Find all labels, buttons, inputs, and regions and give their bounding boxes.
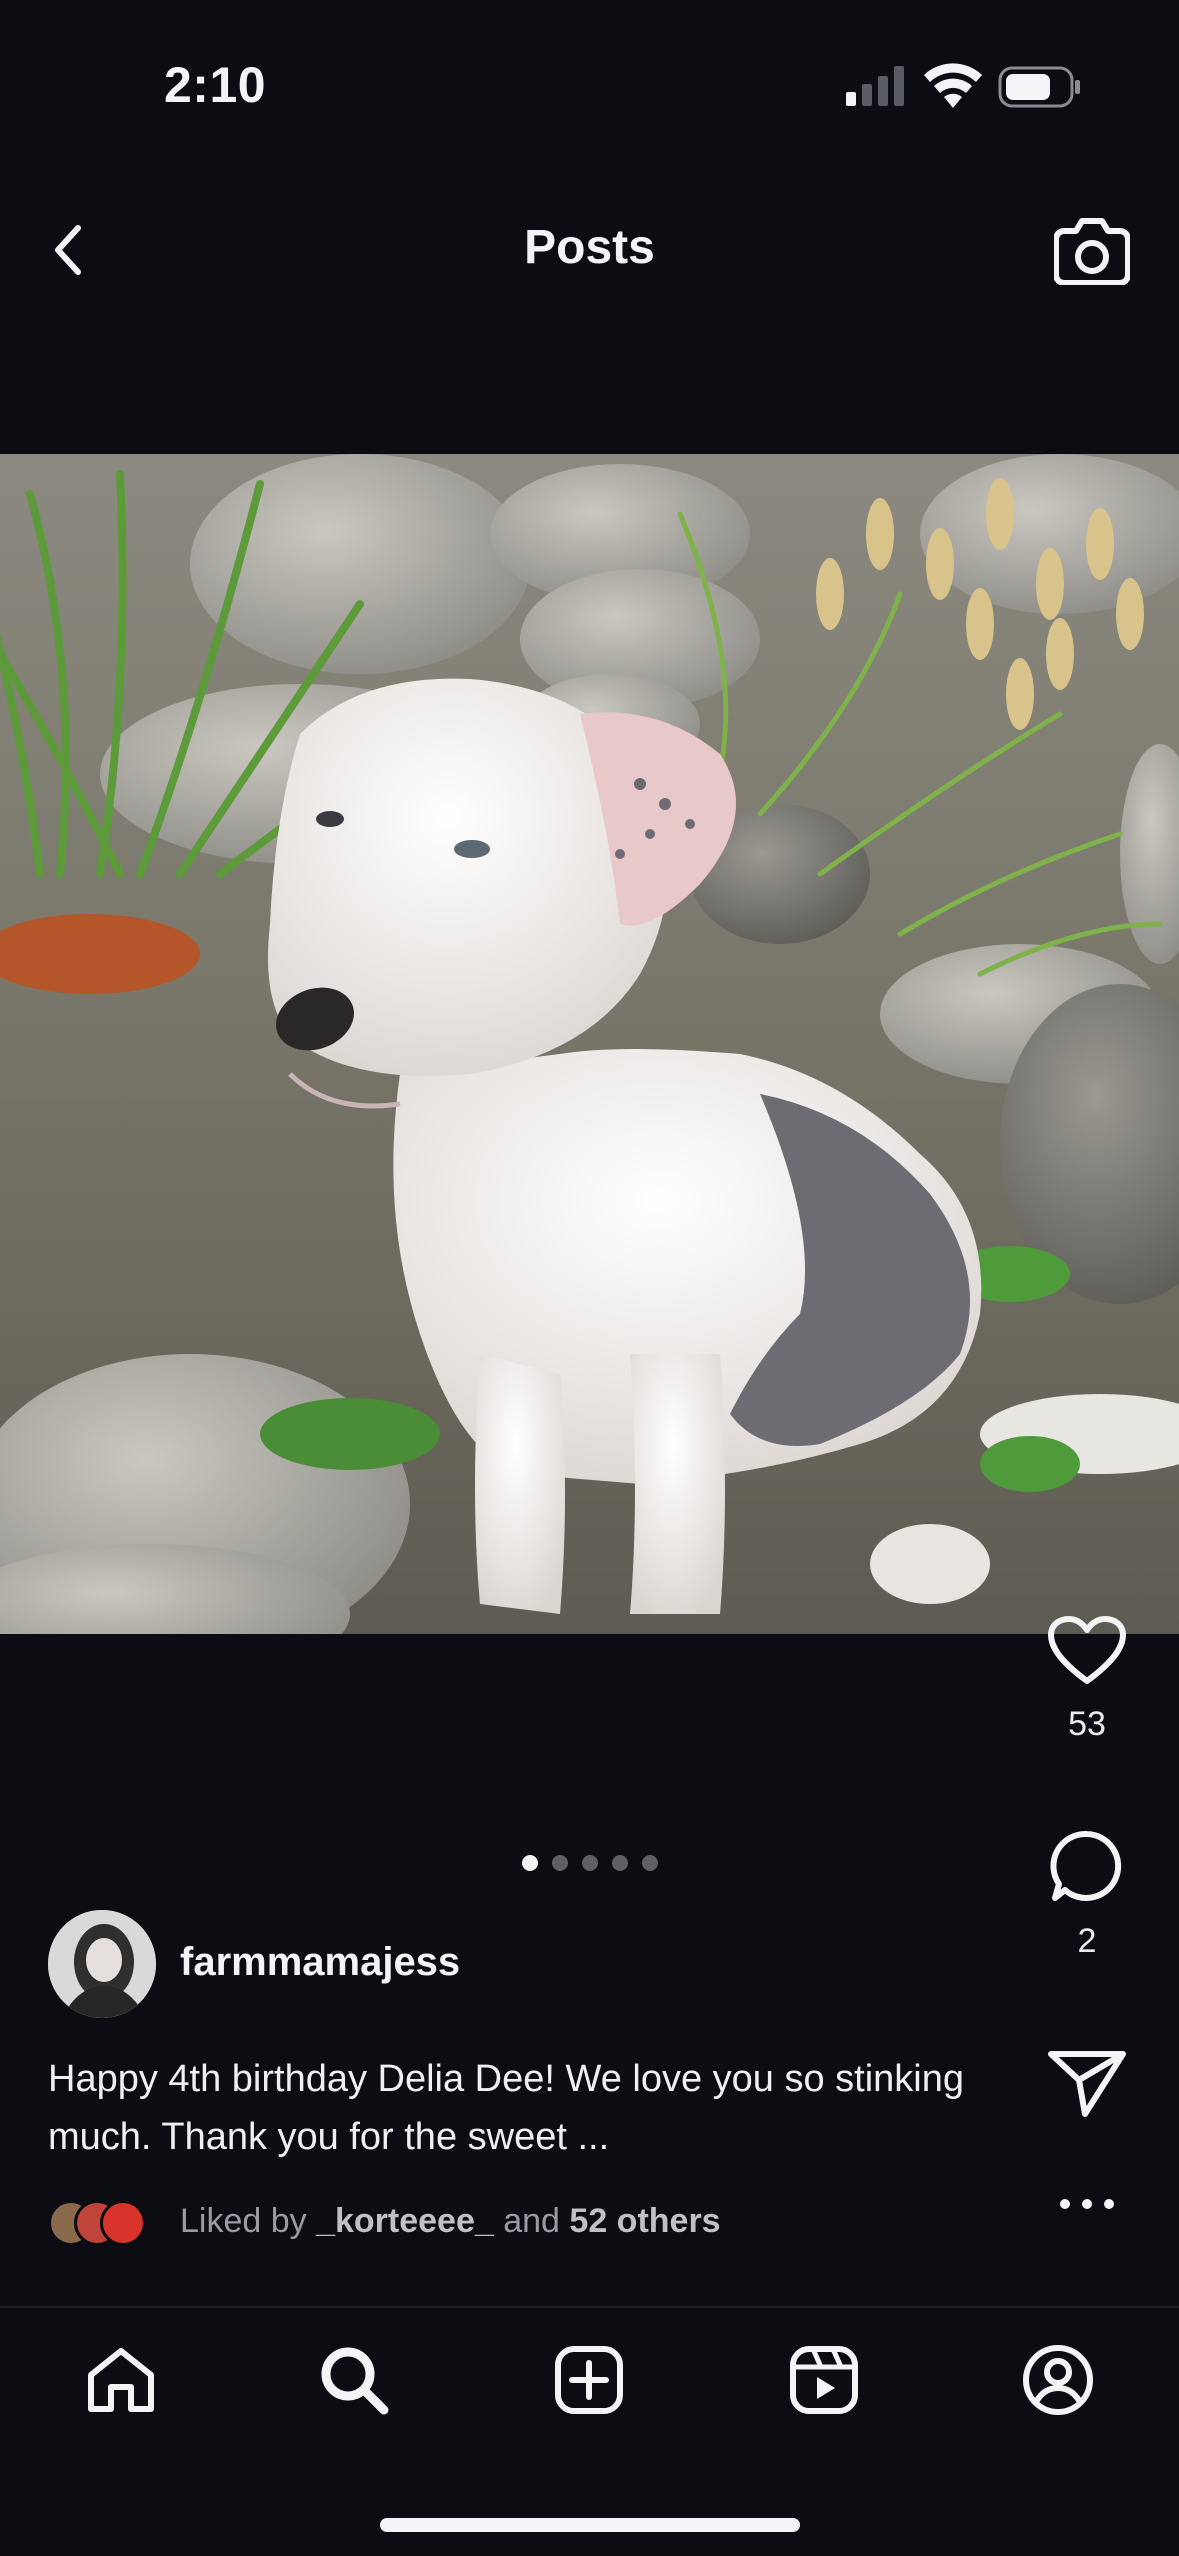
home-icon[interactable] — [85, 2345, 157, 2415]
search-icon[interactable] — [318, 2344, 390, 2416]
liked-by-user[interactable]: _korteeee_ — [316, 2202, 494, 2240]
page-title: Posts — [524, 221, 655, 274]
author-username[interactable]: farmmamajess — [180, 1940, 460, 1985]
home-indicator[interactable] — [380, 2518, 800, 2532]
post-caption[interactable]: Happy 4th birthday Delia Dee! We love yo… — [48, 2050, 1008, 2166]
nav-divider — [0, 2306, 1179, 2308]
battery-icon — [998, 66, 1080, 108]
carousel-dot-active — [521, 1855, 538, 1871]
liked-by-prefix: Liked by — [180, 2202, 307, 2240]
nav-search[interactable] — [304, 2330, 404, 2430]
puppy-photo-image — [0, 454, 1179, 1634]
camera-icon — [1054, 218, 1130, 285]
carousel-dot — [581, 1855, 598, 1871]
like-count[interactable]: 53 — [1068, 1705, 1106, 1744]
liked-by-text[interactable]: Liked by _korteeee_ and 52 others — [180, 2202, 721, 2241]
liker-avatar — [100, 2200, 146, 2246]
create-icon[interactable] — [554, 2345, 624, 2415]
like-action[interactable]: 53 — [1027, 1615, 1147, 1744]
nav-create[interactable] — [539, 2330, 639, 2430]
more-action[interactable] — [1027, 2196, 1147, 2212]
more-horizontal-icon[interactable] — [1057, 2196, 1117, 2212]
carousel-indicator — [0, 1855, 1179, 1871]
carousel-dot — [641, 1855, 658, 1871]
avatar-image — [48, 1910, 156, 2018]
profile-icon[interactable] — [1022, 2344, 1094, 2416]
nav-profile[interactable] — [1008, 2330, 1108, 2430]
share-action[interactable] — [1027, 2048, 1147, 2118]
status-time: 2:10 — [164, 57, 267, 113]
comment-count[interactable]: 2 — [1078, 1922, 1097, 1961]
heart-icon[interactable] — [1047, 1615, 1127, 1687]
wifi-icon — [924, 63, 982, 108]
carousel-dot — [611, 1855, 628, 1871]
author-avatar[interactable] — [48, 1910, 156, 2018]
liked-by-others[interactable]: 52 others — [569, 2202, 720, 2240]
comment-action[interactable]: 2 — [1027, 1828, 1147, 1961]
paper-plane-icon[interactable] — [1047, 2048, 1127, 2118]
camera-button[interactable] — [1050, 210, 1134, 290]
cellular-signal-icon — [846, 66, 904, 106]
reels-icon[interactable] — [789, 2345, 859, 2415]
liked-by-connector: and — [503, 2202, 560, 2240]
bottom-nav — [0, 2320, 1179, 2440]
nav-reels[interactable] — [774, 2330, 874, 2430]
nav-home[interactable] — [71, 2330, 171, 2430]
carousel-dot — [551, 1855, 568, 1871]
liked-by-avatars[interactable] — [48, 2200, 168, 2246]
post-photo[interactable] — [0, 454, 1179, 1634]
